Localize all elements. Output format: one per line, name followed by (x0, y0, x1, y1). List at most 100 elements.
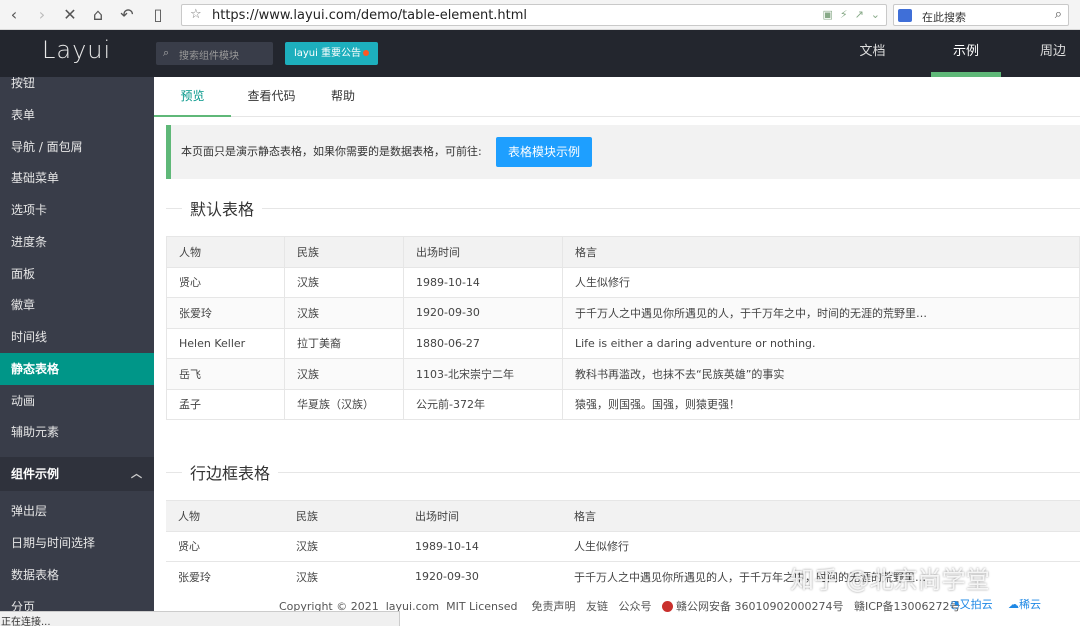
column-header: 出场时间 (403, 236, 563, 268)
sidebar-item-form[interactable]: 表单 (0, 99, 154, 131)
table-cell: 张爱玲 (166, 561, 284, 593)
component-search-placeholder: 搜索组件模块 (179, 51, 239, 62)
sidebar-item-auxiliar[interactable]: 辅助元素 (0, 416, 154, 448)
browser-status-bar: 正在连接... (0, 611, 400, 628)
forward-icon[interactable]: › (32, 5, 52, 25)
table-cell: 1920-09-30 (403, 561, 562, 593)
nav-demo[interactable]: 示例 (931, 30, 1001, 77)
table-cell: 公元前-372年 (403, 388, 563, 420)
default-table: 人物 民族 出场时间 格言 贤心 汉族 1989-10-14 人生似修行 张爱玲… (166, 236, 1080, 420)
tab-bar: 预览 查看代码 帮助 (154, 77, 1080, 117)
back-icon[interactable]: ‹ (4, 5, 24, 25)
column-header: 民族 (284, 236, 404, 268)
table-cell: Life is either a daring adventure or not… (562, 327, 1080, 359)
notice-button[interactable]: layui 重要公告 (285, 42, 378, 65)
tab-active-indicator (154, 115, 231, 117)
table-header-row: 人物 民族 出场时间 格言 (166, 500, 1080, 532)
sidebar-item-menu[interactable]: 基础菜单 (0, 162, 154, 194)
table-cell: 人生似修行 (562, 266, 1080, 298)
footer-link-friends[interactable]: 友链 (586, 600, 608, 613)
table-module-demo-button[interactable]: 表格模块示例 (496, 137, 592, 167)
sidebar: 按钮 表单 导航 / 面包屑 基础菜单 选项卡 进度条 面板 徽章 时间线 静态… (0, 77, 154, 611)
column-header: 格言 (562, 500, 1080, 532)
table-cell: 猿强，则国强。国强，则猿更强！ (562, 388, 1080, 420)
section-title-text: 默认表格 (182, 196, 263, 220)
url-text[interactable]: https://www.layui.com/demo/table-element… (212, 8, 527, 23)
column-header: 出场时间 (403, 500, 562, 532)
table-cell: 汉族 (284, 561, 403, 593)
notice-dot-icon (363, 50, 370, 56)
notice-label: layui 重要公告 (293, 48, 362, 59)
quote-text: 本页面只是演示静态表格，如果你需要的是数据表格，可前往: (181, 145, 482, 158)
url-tools-icons[interactable]: ▣ ⚡ ↗ ⌄ (822, 8, 880, 21)
stop-icon[interactable]: ✕ (60, 5, 80, 25)
reader-icon[interactable]: ▯ (148, 5, 168, 25)
component-search-input[interactable]: ⌕ 搜索组件模块 (156, 42, 273, 65)
sidebar-group-header[interactable]: 组件示例 ︿ (0, 457, 154, 491)
table-cell: 汉族 (284, 266, 404, 298)
sidebar-item-badge[interactable]: 徽章 (0, 289, 154, 321)
star-icon[interactable]: ☆ (190, 7, 202, 22)
sidebar-item-nav[interactable]: 导航 / 面包屑 (0, 131, 154, 163)
table-cell: 汉族 (284, 297, 404, 329)
site-logo[interactable]: Layui (42, 36, 111, 64)
chevron-up-icon: ︿ (131, 467, 142, 480)
browser-search-box[interactable]: 在此搜索 ⌕ (893, 4, 1069, 26)
sidebar-item-laydate[interactable]: 日期与时间选择 (0, 527, 154, 559)
sponsor-xiyun[interactable]: ☁稀云 (1008, 596, 1041, 612)
table-cell: 1920-09-30 (403, 297, 563, 329)
sidebar-item-layer[interactable]: 弹出层 (0, 495, 154, 527)
table-row: 孟子 华夏族（汉族） 公元前-372年 猿强，则国强。国强，则猿更强！ (166, 388, 1080, 420)
table-cell: 1989-10-14 (403, 530, 562, 562)
undo-icon[interactable]: ↶ (117, 5, 137, 25)
table-row: 贤心 汉族 1989-10-14 人生似修行 (166, 530, 1080, 562)
sidebar-item-progress[interactable]: 进度条 (0, 226, 154, 258)
sidebar-item-datatable[interactable]: 数据表格 (0, 559, 154, 591)
tab-preview[interactable]: 预览 (168, 77, 217, 117)
browser-toolbar: ‹ › ✕ ⌂ ↶ ▯ ☆ https://www.layui.com/demo… (0, 0, 1080, 30)
sidebar-item-static-table[interactable]: 静态表格 (0, 353, 154, 385)
divider (166, 472, 1080, 473)
home-icon[interactable]: ⌂ (88, 5, 108, 25)
sidebar-item-button[interactable]: 按钮 (0, 77, 154, 99)
footer-icp[interactable]: 赣ICP备13006272号 (854, 600, 961, 613)
nav-docs[interactable]: 文档 (845, 30, 900, 77)
table-cell: 人生似修行 (562, 530, 1080, 562)
nav-around[interactable]: 周边 (1040, 30, 1080, 77)
upyun-icon: ◔ (950, 598, 960, 611)
table-cell: Helen Keller (166, 327, 285, 359)
table-row: Helen Keller 拉丁美裔 1880-06-27 Life is eit… (166, 327, 1080, 359)
sidebar-group-label: 组件示例 (11, 467, 60, 481)
search-icon[interactable]: ⌕ (1055, 7, 1062, 22)
column-header: 人物 (166, 236, 285, 268)
footer-police-record[interactable]: 赣公网安备 36010902000274号 (676, 600, 843, 613)
sidebar-item-timeline[interactable]: 时间线 (0, 321, 154, 353)
search-icon: ⌕ (163, 46, 170, 59)
table-cell: 张爱玲 (166, 297, 285, 329)
table-cell: 1103-北宋崇宁二年 (403, 358, 563, 390)
sponsor-upyun[interactable]: ◔又拍云 (950, 596, 993, 612)
police-badge-icon (661, 601, 673, 612)
column-header: 格言 (562, 236, 1080, 268)
sidebar-item-anim[interactable]: 动画 (0, 385, 154, 417)
table-row: 贤心 汉族 1989-10-14 人生似修行 (166, 266, 1080, 298)
table-header-row: 人物 民族 出场时间 格言 (166, 236, 1080, 268)
sidebar-item-laypage[interactable]: 分页 (0, 591, 154, 611)
footer-link-wechat[interactable]: 公众号 (618, 600, 651, 613)
cloud-icon: ☁ (1008, 598, 1019, 611)
footer-license: MIT Licensed (446, 600, 518, 613)
table-cell: 孟子 (166, 388, 285, 420)
address-bar[interactable]: ☆ https://www.layui.com/demo/table-eleme… (181, 4, 887, 26)
table-cell: 于千万人之中遇见你所遇见的人，于千万年之中，时间的无涯的荒野里… (562, 297, 1080, 329)
sidebar-item-tab[interactable]: 选项卡 (0, 194, 154, 226)
table-cell: 拉丁美裔 (284, 327, 404, 359)
sidebar-item-panel[interactable]: 面板 (0, 258, 154, 290)
footer-link-disclaimer[interactable]: 免责声明 (531, 600, 575, 613)
search-engine-icon[interactable] (898, 9, 912, 22)
table-cell: 汉族 (284, 358, 404, 390)
browser-search-placeholder[interactable]: 在此搜索 (922, 9, 966, 25)
tab-help[interactable]: 帮助 (324, 77, 362, 117)
tab-view-code[interactable]: 查看代码 (239, 77, 304, 117)
table-cell: 贤心 (166, 266, 285, 298)
watermark: 知乎 @北京尚学堂 (790, 566, 990, 594)
